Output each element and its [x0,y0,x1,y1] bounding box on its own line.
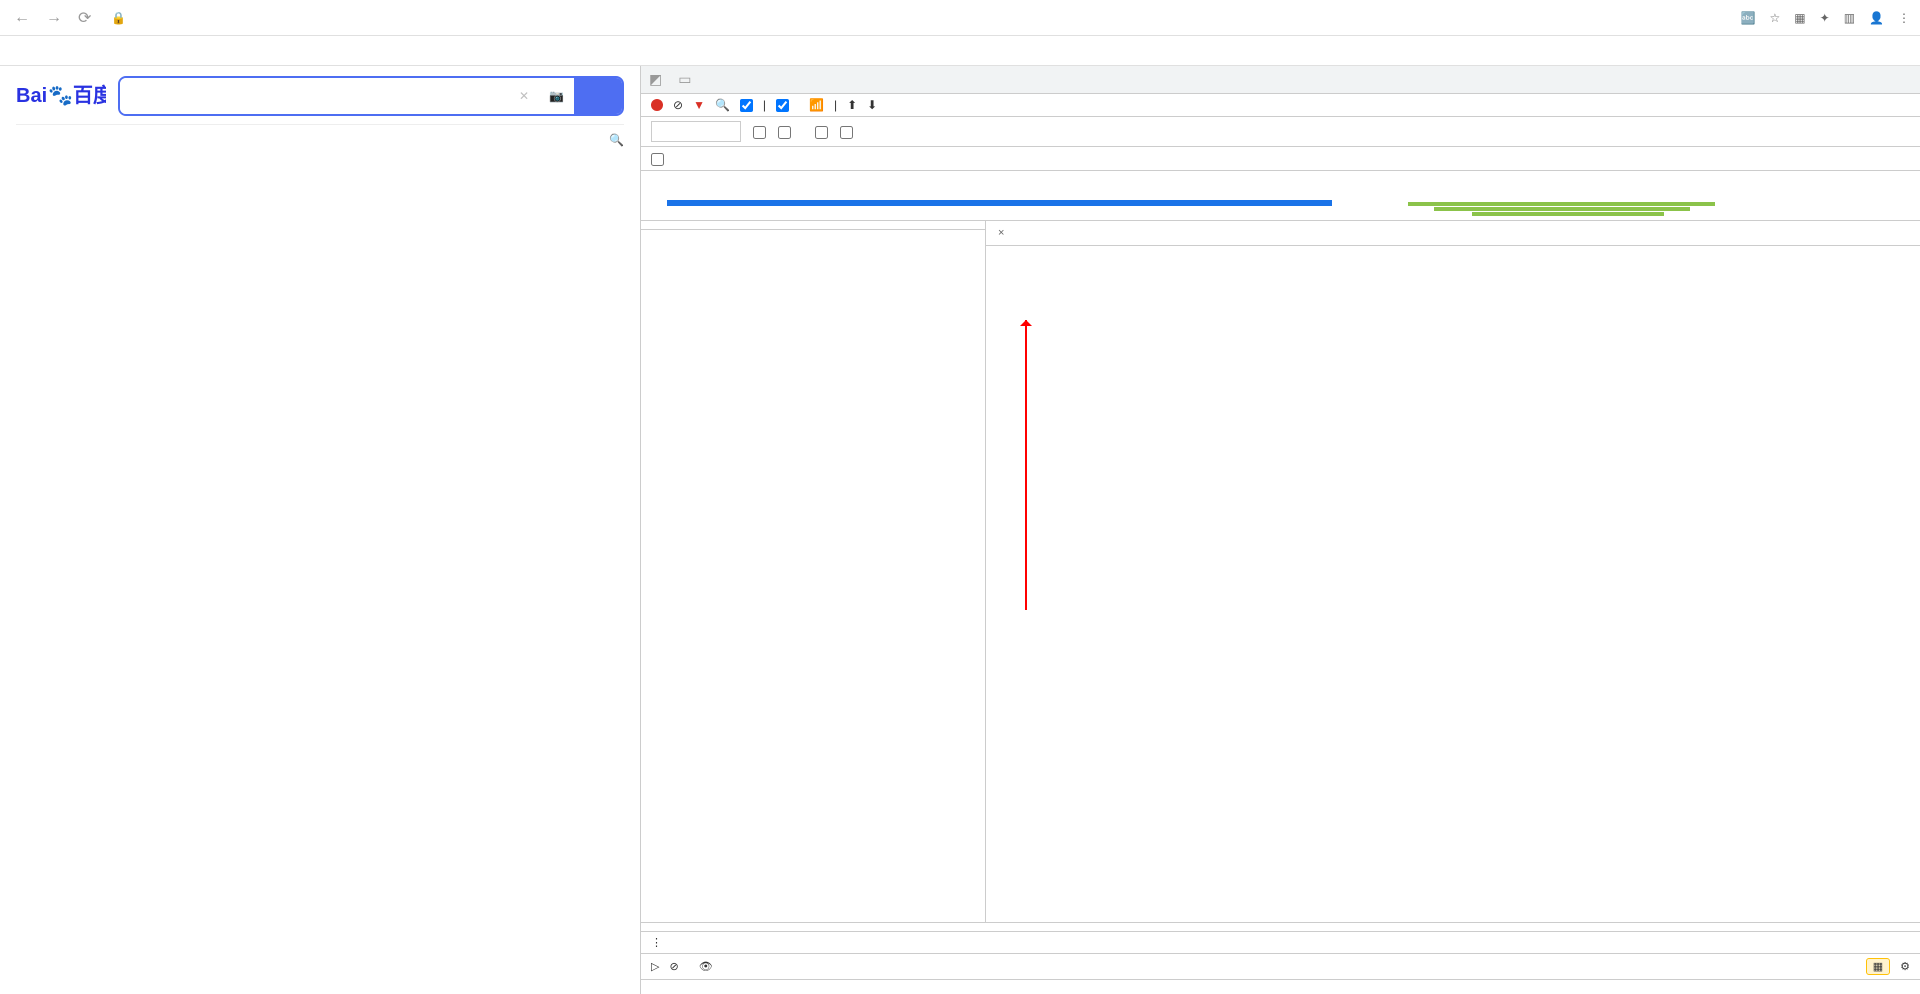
third-party-checkbox[interactable] [651,151,664,165]
disable-cache-checkbox[interactable] [776,98,789,112]
profile-icon[interactable]: 👤 [1869,11,1884,25]
console-output [641,980,1920,994]
record-button[interactable] [651,99,663,111]
menu-icon[interactable]: ⋮ [1898,11,1910,25]
close-detail-button[interactable]: × [986,221,1016,245]
clear-icon[interactable]: ✕ [509,89,539,103]
page-content: Bai🐾百度 ✕ 📷 🔍 [0,66,640,994]
gear-icon[interactable]: ⚙ [1900,960,1910,973]
browser-toolbar: ← → ⟳ 🔒 🔤 ☆ ▦ ✦ ▥ 👤 ⋮ [0,0,1920,36]
svg-text:Bai🐾百度: Bai🐾百度 [16,83,106,107]
request-list [641,221,986,922]
devtools: ◩ ▭ ⊘ ▼ 🔍 | 📶 | ⬆ ⬇ [640,66,1920,994]
reading-list-icon[interactable]: ▥ [1844,11,1855,25]
name-column-header[interactable] [641,221,985,230]
request-detail: × [986,221,1920,922]
camera-icon[interactable]: 📷 [539,89,574,103]
search-tools[interactable]: 🔍 [609,133,624,147]
timeline[interactable] [641,171,1920,221]
baidu-logo[interactable]: Bai🐾百度 [16,80,106,113]
devtools-tabs: ◩ ▭ [641,66,1920,94]
filter-toggle[interactable]: ▼ [693,98,705,112]
invert-checkbox[interactable] [753,125,766,139]
preserve-log-checkbox[interactable] [740,98,753,112]
translate-icon[interactable]: 🔤 [1741,11,1756,25]
blocked-cookies-checkbox[interactable] [815,125,828,139]
filter-input[interactable] [651,121,741,142]
extensions-icon[interactable]: ✦ [1820,11,1830,25]
clear-button[interactable]: ⊘ [673,98,683,112]
console-drawer: ⋮ ▷ ⊘ 👁 ▦ ⚙ [641,931,1920,994]
wifi-icon[interactable]: 📶 [809,98,824,112]
apps-icon[interactable]: ▦ [1794,11,1805,25]
search-input[interactable] [120,78,509,114]
console-clear-icon[interactable]: ▷ [651,960,659,973]
bookmarks-bar [0,36,1920,66]
search-icon[interactable]: 🔍 [715,98,730,112]
network-controls: ⊘ ▼ 🔍 | 📶 | ⬆ ⬇ [641,94,1920,117]
download-icon[interactable]: ⬇ [867,98,877,112]
lock-icon: 🔒 [111,11,126,25]
device-icon[interactable]: ▭ [670,71,699,88]
network-status-bar [641,922,1920,931]
eye-icon[interactable]: 👁 [699,960,713,973]
search-button[interactable] [574,78,622,114]
issue-badge[interactable]: ▦ [1866,958,1890,975]
inspect-icon[interactable]: ◩ [641,71,670,88]
reload-button[interactable]: ⟳ [74,8,95,28]
console-filter-input[interactable] [723,959,1846,974]
search-box: ✕ 📷 [118,76,624,116]
console-stop-icon[interactable]: ⊘ [669,960,678,973]
hide-data-urls-checkbox[interactable] [778,125,791,139]
forward-button[interactable]: → [42,9,66,27]
back-button[interactable]: ← [10,9,34,27]
blocked-requests-checkbox[interactable] [840,125,853,139]
upload-icon[interactable]: ⬆ [847,98,857,112]
star-icon[interactable]: ☆ [1770,11,1781,25]
